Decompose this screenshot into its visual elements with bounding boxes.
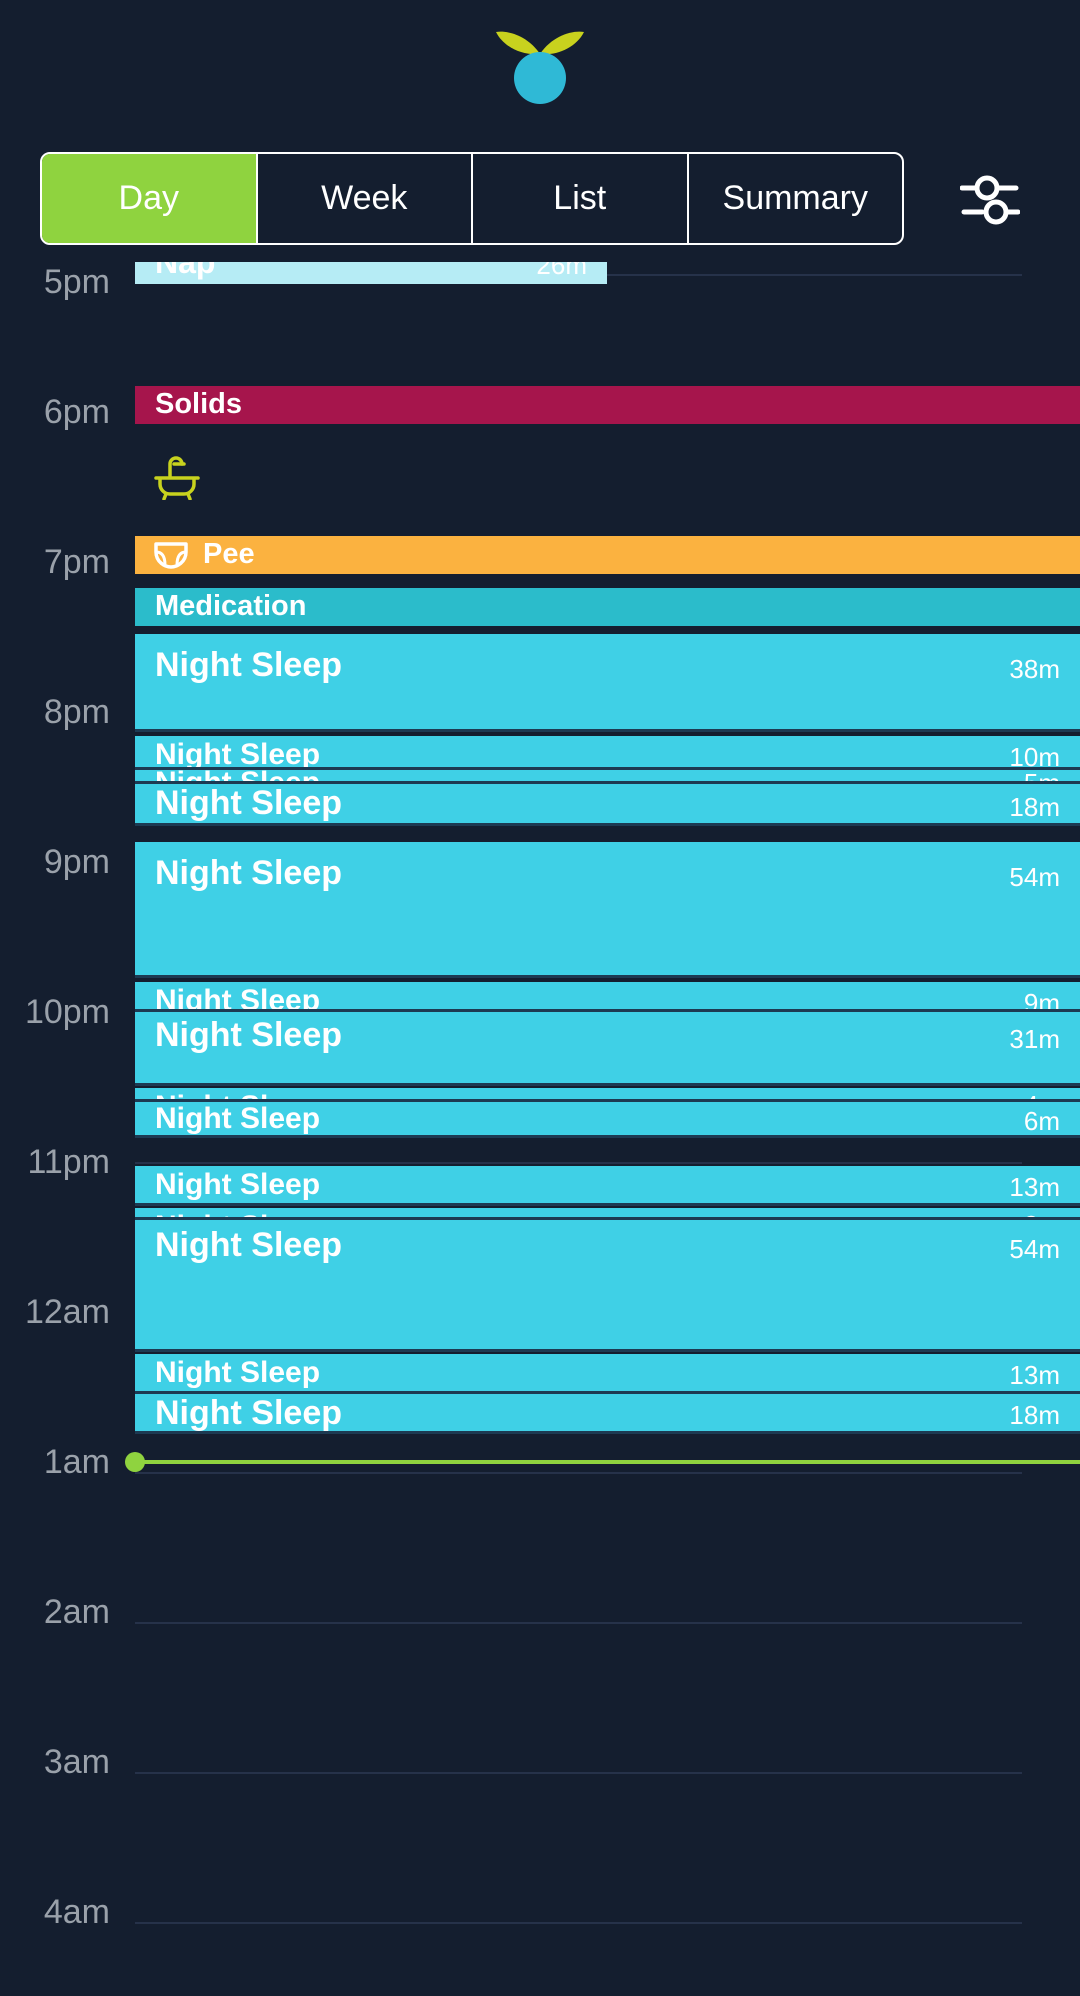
event-duration: 18m: [1009, 792, 1060, 822]
night-sleep-event[interactable]: Night Sleep 13m: [135, 1354, 1080, 1394]
event-duration: 4m: [1024, 1090, 1060, 1099]
event-duration: 9m: [1023, 988, 1060, 1012]
event-duration: 31m: [1009, 1024, 1060, 1054]
sliders-icon[interactable]: [959, 168, 1021, 232]
tab-list[interactable]: List: [471, 154, 687, 243]
hour-line: [135, 1472, 1022, 1474]
hour-label: 8pm: [43, 693, 110, 731]
hour-line: [135, 1622, 1022, 1624]
night-sleep-event[interactable]: Night Sleep 18m: [135, 1394, 1080, 1434]
event-duration: 13m: [1009, 1172, 1060, 1202]
hour-label: 9pm: [43, 843, 110, 881]
event-duration: 6m: [1023, 1106, 1060, 1136]
event-label: Night Sleep: [155, 1090, 320, 1099]
solids-event[interactable]: Solids: [135, 386, 1080, 424]
night-sleep-event[interactable]: Night Sleep 5m: [135, 770, 1080, 784]
hour-label: 2am: [43, 1593, 110, 1631]
event-duration: 26m: [536, 262, 587, 280]
bathtub-icon[interactable]: [154, 454, 200, 501]
hour-label: 1am: [43, 1443, 110, 1481]
hour-label: 6pm: [43, 393, 110, 431]
tab-day[interactable]: Day: [42, 154, 256, 243]
event-duration: 54m: [1009, 1234, 1060, 1264]
event-label: Medication: [155, 590, 307, 622]
night-sleep-event[interactable]: Night Sleep 6m: [135, 1102, 1080, 1138]
event-label: Solids: [155, 388, 243, 420]
hour-line: [135, 1772, 1022, 1774]
night-sleep-event[interactable]: Night Sleep 54m: [135, 1220, 1080, 1352]
event-duration: 54m: [1009, 862, 1060, 892]
hour-label: 11pm: [27, 1143, 110, 1181]
night-sleep-event[interactable]: Night Sleep 9m: [135, 982, 1080, 1012]
diaper-icon: [153, 540, 189, 570]
hour-label: 12am: [24, 1293, 110, 1331]
event-label: Night Sleep: [155, 646, 343, 684]
hour-label: 10pm: [24, 993, 110, 1031]
day-timeline[interactable]: 5pm 6pm 7pm 8pm 9pm 10pm 11pm 12am 1am 2…: [0, 262, 1080, 1996]
hour-line: [135, 1922, 1022, 1924]
tab-summary[interactable]: Summary: [686, 154, 903, 243]
hour-label: 7pm: [43, 543, 110, 581]
event-label: Night Sleep: [155, 1356, 321, 1389]
event-duration: 5m: [1024, 770, 1060, 781]
event-label: Night Sleep: [155, 1016, 343, 1054]
event-label: Pee: [203, 538, 255, 570]
event-label: Night Sleep: [155, 854, 343, 892]
event-label: Night Sleep: [155, 1168, 321, 1201]
night-sleep-event[interactable]: Night Sleep 31m: [135, 1012, 1080, 1086]
event-duration: 18m: [1009, 1400, 1060, 1430]
night-sleep-event[interactable]: Night Sleep 13m: [135, 1166, 1080, 1206]
hour-line: [135, 1162, 1022, 1164]
nap-event[interactable]: Nap 26m: [135, 262, 607, 284]
medication-event[interactable]: Medication: [135, 588, 1080, 626]
event-label: Night Sleep: [155, 1394, 343, 1432]
event-label: Night Sleep: [155, 1210, 320, 1217]
app-logo: [490, 26, 590, 110]
event-label: Night Sleep: [155, 1102, 321, 1135]
night-sleep-event[interactable]: Night Sleep 10m: [135, 736, 1080, 770]
event-duration: 38m: [1009, 654, 1060, 684]
event-label: Night Sleep: [155, 738, 321, 770]
night-sleep-event[interactable]: Night Sleep 4m: [135, 1088, 1080, 1102]
event-label: Night Sleep: [155, 984, 321, 1012]
event-duration: 10m: [1009, 742, 1060, 770]
event-label: Nap: [155, 262, 216, 280]
event-label: Night Sleep: [155, 770, 320, 781]
view-switcher: Day Week List Summary: [40, 152, 904, 245]
event-duration: 13m: [1009, 1360, 1060, 1390]
night-sleep-event[interactable]: Night Sleep 3m: [135, 1208, 1080, 1220]
pee-event[interactable]: Pee: [135, 536, 1080, 574]
event-label: Night Sleep: [155, 784, 343, 822]
tab-week[interactable]: Week: [255, 154, 472, 243]
current-time-line: [135, 1460, 1080, 1464]
night-sleep-event[interactable]: Night Sleep 18m: [135, 784, 1080, 826]
event-duration: 3m: [1024, 1210, 1060, 1217]
hour-label: 3am: [43, 1743, 110, 1781]
night-sleep-event[interactable]: Night Sleep 38m: [135, 634, 1080, 732]
hour-label: 4am: [43, 1893, 110, 1931]
night-sleep-event[interactable]: Night Sleep 54m: [135, 842, 1080, 978]
hour-label: 5pm: [43, 263, 110, 301]
event-label: Night Sleep: [155, 1226, 343, 1264]
